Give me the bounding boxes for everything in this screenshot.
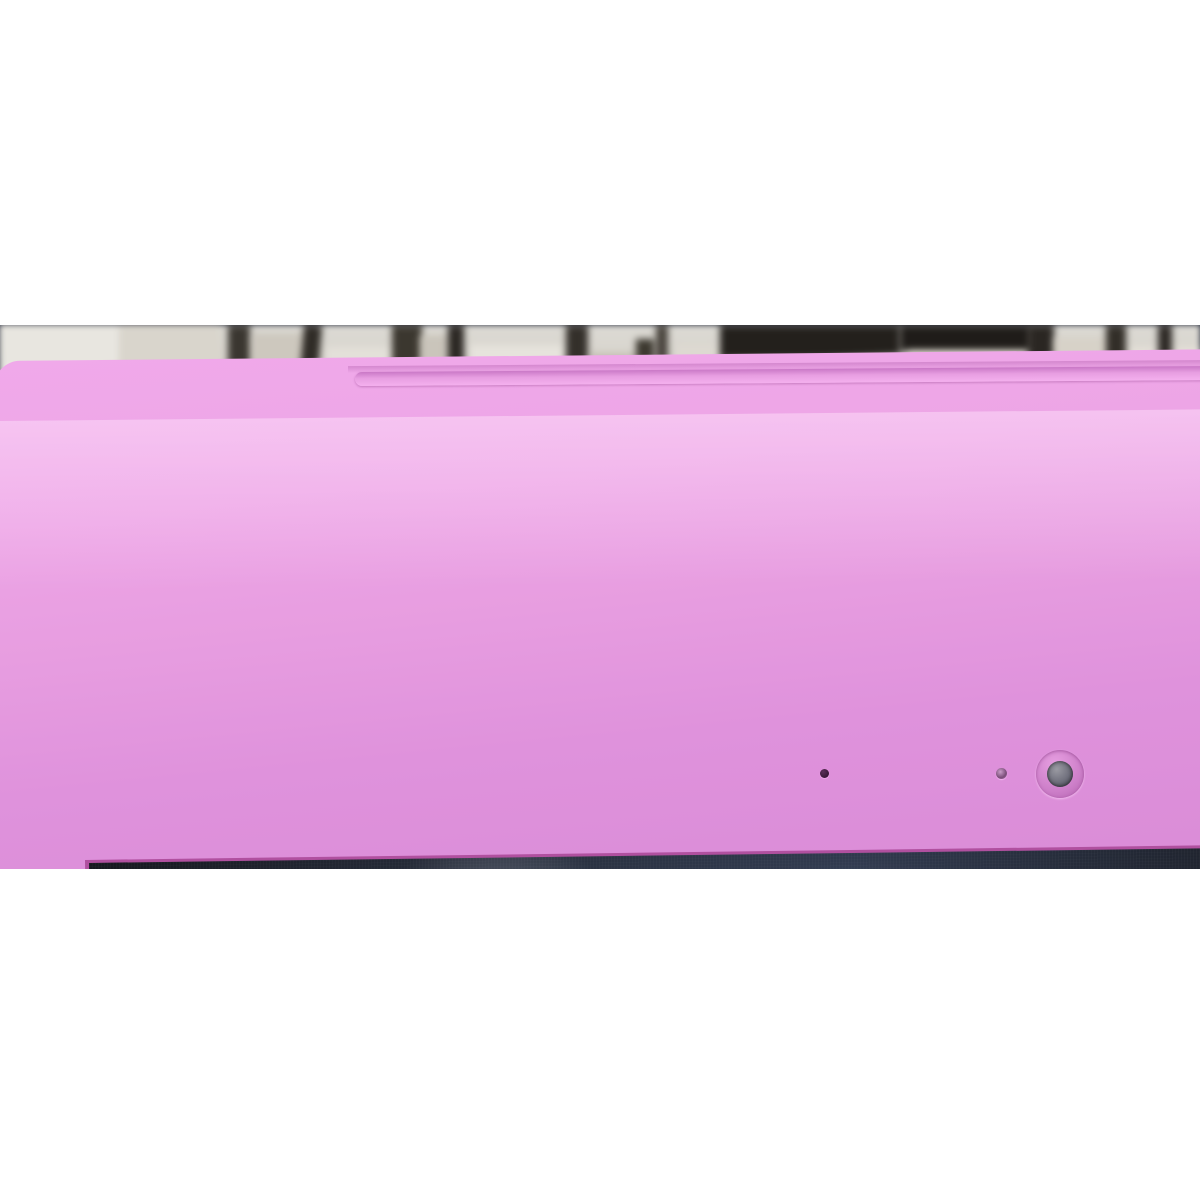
- lid-sheen: [0, 409, 1200, 591]
- laptop-photo: The CMOS checksum is invalid. The CMOS w…: [0, 325, 1200, 869]
- laptop-lid: [0, 349, 1200, 869]
- camera-indicator-led-icon: [996, 768, 1007, 779]
- bios-message-block: The CMOS checksum is invalid. The CMOS w…: [103, 858, 1200, 869]
- webcam-lens-icon: [1047, 761, 1073, 787]
- microphone-hole-icon: [820, 769, 829, 778]
- screenshot-canvas: The CMOS checksum is invalid. The CMOS w…: [0, 0, 1200, 1200]
